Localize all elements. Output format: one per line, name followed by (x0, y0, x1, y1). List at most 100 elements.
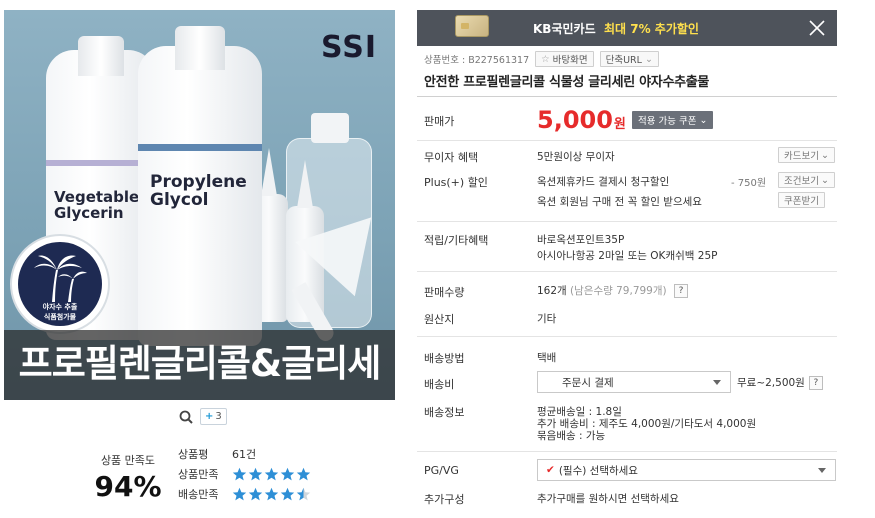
shipping-info-line-3: 묶음배송 : 가능 (537, 430, 606, 442)
propylene-glycol-bottle: Propylene Glycol (138, 26, 262, 346)
short-url-label: 단축URL (605, 55, 642, 66)
short-url-button[interactable]: 단축URL ⌄ (599, 51, 659, 67)
remaining-count: (남은수량 79,799개) (570, 285, 667, 297)
delivery-rating-row: 배송만족 (178, 484, 311, 504)
plus-discount-label: Plus(+) 할인 (424, 176, 488, 189)
star-icon (232, 487, 247, 500)
divider (417, 221, 837, 222)
coupon-button-label: 적용 가능 쿠폰 (638, 116, 697, 127)
get-coupon-button[interactable]: 쿠폰받기 (778, 192, 825, 208)
interest-free-label: 무이자 혜택 (424, 151, 479, 164)
sales-count-label: 판매수량 (424, 286, 465, 299)
caret-down-icon (818, 468, 826, 473)
product-main-image[interactable]: SSI Vegetable Glycerin Propylene Glycol (4, 10, 395, 400)
check-icon: ✔ (546, 464, 555, 476)
extra-option-text[interactable]: 추가구매를 원하시면 선택하세요 (537, 491, 679, 506)
help-icon[interactable]: ? (808, 375, 823, 390)
close-icon[interactable] (807, 18, 827, 38)
star-icon (280, 487, 295, 500)
shipping-fee-amount: 무료~2,500원 (737, 377, 805, 389)
card-view-label: 카드보기 (784, 151, 819, 162)
shipping-fee-label: 배송비 (424, 378, 455, 391)
shipping-fee-value: 무료~2,500원 ? (737, 375, 823, 390)
sales-count-value: 162개 (남은수량 79,799개) ? (537, 283, 688, 298)
points-line-1: 바로옥션포인트35P (537, 234, 625, 246)
promo-text: KB국민카드 최대 7% 추가할인 (533, 20, 699, 37)
review-label: 상품평 (178, 448, 209, 461)
plus-discount-value: 옥션제휴카드 결제시 청구할인 (537, 176, 670, 188)
delivery-rating-label: 배송만족 (178, 488, 219, 501)
star-icon (296, 487, 311, 500)
promo-offer: 최대 7% 추가할인 (603, 22, 699, 36)
chevron-down-icon: ⌄ (820, 149, 829, 161)
palm-tree-icon (34, 255, 87, 302)
chevron-down-icon: ⌄ (699, 114, 708, 126)
review-count-row[interactable]: 상품평 61건 (178, 444, 311, 464)
chevron-down-icon: ⌄ (820, 174, 829, 186)
more-images-button[interactable]: + 3 (200, 408, 227, 425)
bottle-label: Propylene Glycol (150, 172, 247, 210)
product-title: 안전한 프로필렌글리콜 식물성 글리세린 야자수추출물 (424, 75, 710, 90)
wallpaper-button[interactable]: ☆ 바탕화면 (535, 51, 594, 67)
divider (417, 336, 837, 337)
card-view-button[interactable]: 카드보기 ⌄ (778, 147, 835, 163)
wallpaper-label: 바탕화면 (552, 55, 588, 66)
condition-view-label: 조건보기 (784, 176, 819, 187)
help-icon[interactable]: ? (673, 284, 688, 298)
shipping-info-label: 배송정보 (424, 406, 465, 419)
satisfaction-summary: 상품 만족도 94% (88, 452, 168, 503)
pg-vg-option-select[interactable]: ✔ (필수) 선택하세요 (537, 459, 836, 481)
product-meta: 상품번호 : B227561317 ☆ 바탕화면 단축URL ⌄ (424, 51, 659, 67)
price-unit: 원 (613, 117, 626, 132)
shipping-payment-value: 주문시 결제 (562, 376, 614, 389)
rating-table: 상품평 61건 상품만족 배송만족 (178, 444, 311, 504)
delivery-rating-stars (232, 487, 311, 502)
divider (417, 271, 837, 272)
card-promo-banner[interactable]: KB국민카드 최대 7% 추가할인 (417, 10, 837, 46)
condition-view-button[interactable]: 조건보기 ⌄ (778, 172, 835, 188)
points-line-2: 아시아나항공 2마일 또는 OK캐쉬백 25P (537, 250, 718, 262)
pg-vg-option-value: (필수) 선택하세요 (558, 464, 638, 477)
satisfaction-label: 상품 만족도 (100, 454, 156, 467)
palm-badge: 야자수 추출 식품첨가물 (10, 234, 110, 334)
product-rating-row: 상품만족 (178, 464, 311, 484)
review-count: 61건 (232, 448, 257, 461)
shipping-payment-select[interactable]: 주문시 결제 (537, 371, 731, 393)
product-number: 상품번호 : B227561317 (424, 55, 530, 66)
plus-discount-amount: - 750원 (731, 178, 767, 189)
divider (417, 140, 837, 141)
plus-icon: + (205, 411, 214, 422)
price-value: 5,000 원 (537, 106, 626, 134)
points-label: 적립/기타혜택 (424, 234, 489, 247)
badge-text: 야자수 추출 (42, 303, 78, 311)
member-discount-text: 옥션 회원님 구매 전 꼭 할인 받으세요 (537, 196, 702, 208)
price-label: 판매가 (424, 115, 455, 128)
star-icon (296, 467, 311, 480)
origin-label: 원산지 (424, 313, 455, 326)
credit-card-icon (455, 15, 489, 37)
sold-count: 162개 (537, 285, 567, 297)
star-icon (248, 487, 263, 500)
get-coupon-label: 쿠폰받기 (784, 196, 819, 207)
card-name: KB국민카드 (533, 22, 596, 36)
star-icon: ☆ (541, 53, 550, 65)
caret-down-icon (713, 380, 721, 385)
star-icon (280, 467, 295, 480)
star-icon (248, 467, 263, 480)
origin-value: 기타 (537, 313, 557, 325)
star-icon (264, 467, 279, 480)
extra-option-label: 추가구성 (424, 493, 465, 506)
zoom-icon[interactable] (178, 409, 194, 425)
divider (417, 96, 837, 97)
price-amount: 5,000 (537, 106, 613, 134)
shipping-method-label: 배송방법 (424, 352, 465, 365)
image-banner-text: 프로필렌글리콜&글리세린 (4, 330, 395, 400)
interest-free-value: 5만원이상 무이자 (537, 151, 615, 163)
product-rating-label: 상품만족 (178, 468, 219, 481)
pg-vg-label: PG/VG (424, 464, 459, 477)
applicable-coupon-button[interactable]: 적용 가능 쿠폰 ⌄ (632, 111, 714, 129)
image-tools: + 3 (178, 408, 227, 425)
star-icon (232, 467, 247, 480)
star-icon (264, 487, 279, 500)
satisfaction-value: 94% (94, 470, 162, 503)
